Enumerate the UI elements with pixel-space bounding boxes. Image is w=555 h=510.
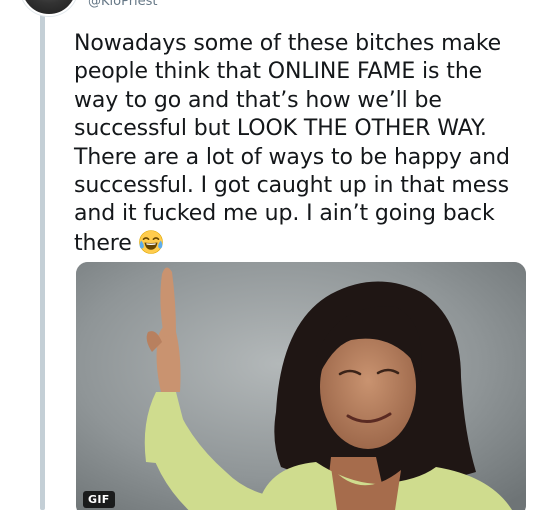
tweet-text-last-word: there: [74, 230, 132, 256]
tweet-text-line: Nowadays some of these bitches make: [74, 31, 502, 56]
tweet-text-line: people think that ONLINE FAME is the: [74, 59, 483, 85]
tweet-text-line: successful. I got caught up in that mess: [74, 173, 509, 199]
tweet-text-line: way to go and that’s how we’ll be: [74, 87, 442, 113]
tweet-text-line-last: there: [74, 229, 544, 258]
face-with-tears-of-joy-icon: [138, 229, 164, 255]
tweet-text-line: successful but LOOK THE OTHER WAY.: [74, 116, 487, 142]
gif-frame-illustration: [76, 262, 526, 510]
gif-media[interactable]: [76, 262, 526, 510]
avatar[interactable]: [20, 0, 78, 16]
tweet-thread: @KloPriest Nowadays some of these bitche…: [0, 0, 555, 510]
thread-connector-line: [40, 12, 45, 510]
tweet-text: Nowadays some of these bitches make peop…: [74, 30, 544, 258]
tweet-text-line: and it fucked me up. I ain’t going back: [74, 201, 495, 227]
user-handle[interactable]: @KloPriest: [88, 0, 158, 10]
gif-badge: GIF: [83, 491, 115, 508]
tweet-text-line: There are a lot of ways to be happy and: [74, 144, 510, 170]
